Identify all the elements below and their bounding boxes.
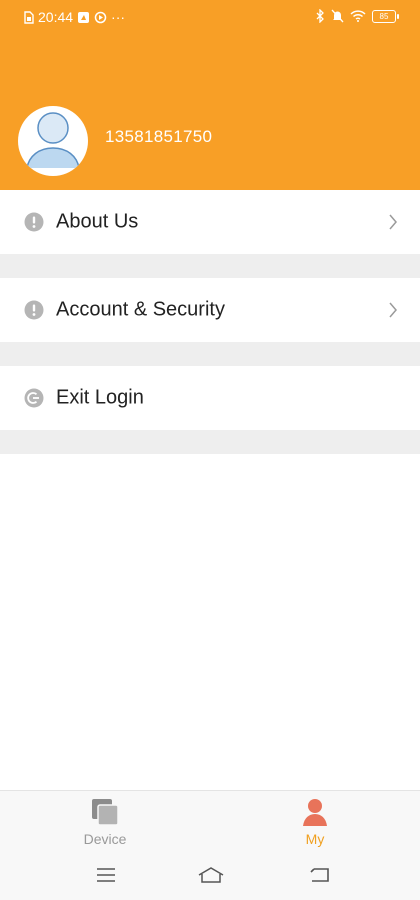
section-divider <box>0 254 420 278</box>
status-time: 20:44 <box>38 9 74 25</box>
tab-device[interactable]: Device <box>55 791 155 851</box>
logout-icon <box>24 388 44 408</box>
info-icon <box>24 212 44 232</box>
app-notification-icon-2 <box>94 11 107 24</box>
menu-item-label: Account & Security <box>56 298 225 321</box>
home-icon[interactable] <box>197 866 225 889</box>
section-divider <box>0 342 420 366</box>
status-bar: 20:44 ··· 85 <box>0 0 420 34</box>
sim-icon <box>24 10 34 24</box>
menu-item-label: Exit Login <box>56 386 144 409</box>
system-navigation-bar <box>0 850 420 900</box>
menu-item-account-security[interactable]: Account & Security <box>0 278 420 342</box>
avatar[interactable] <box>18 106 88 176</box>
profile-header: 20:44 ··· 85 13581851750 <box>0 0 420 190</box>
tab-label: My <box>305 831 325 847</box>
app-notification-icon <box>77 11 90 24</box>
chevron-right-icon <box>388 214 398 230</box>
section-divider <box>0 430 420 454</box>
battery-icon: 85 <box>372 9 399 23</box>
menu-item-exit-login[interactable]: Exit Login <box>0 366 420 430</box>
user-phone-number: 13581851750 <box>105 127 213 146</box>
device-icon <box>90 797 120 832</box>
back-icon[interactable] <box>308 866 332 889</box>
tab-label: Device <box>83 831 127 847</box>
status-more: ··· <box>111 9 126 25</box>
menu-item-about-us[interactable]: About Us <box>0 190 420 254</box>
wifi-icon <box>350 10 366 22</box>
bluetooth-icon <box>316 9 325 23</box>
mute-icon <box>331 9 344 23</box>
tab-my[interactable]: My <box>265 791 365 851</box>
chevron-right-icon <box>388 302 398 318</box>
person-icon <box>300 797 330 832</box>
info-icon <box>24 300 44 320</box>
menu-icon[interactable] <box>95 866 117 889</box>
bottom-tab-bar: Device My <box>0 790 420 851</box>
menu-item-label: About Us <box>56 210 139 233</box>
